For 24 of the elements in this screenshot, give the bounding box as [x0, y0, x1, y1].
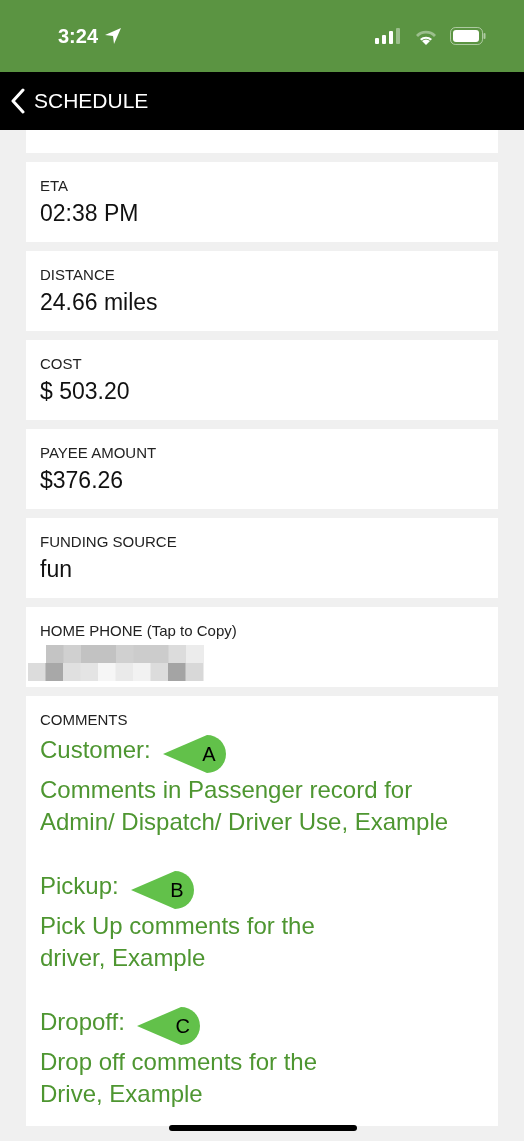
field-label: DISTANCE: [40, 266, 115, 283]
field-label: ETA: [40, 177, 69, 194]
comment-text: Drop off comments for the Drive, Example: [40, 1047, 317, 1109]
field-value: $376.26: [40, 467, 124, 494]
field-label: COST: [40, 355, 82, 372]
comment-text: Pick Up comments for the driver, Example: [40, 911, 315, 973]
field-value: fun: [40, 556, 72, 583]
comment-title: Customer:: [40, 735, 151, 765]
field-label: COMMENTS: [40, 711, 128, 728]
field-value: $ 503.20: [40, 378, 130, 405]
status-time: 3:24: [58, 24, 99, 48]
comment-title: Pickup:: [40, 871, 119, 901]
field-value: 02:38 PM: [40, 200, 139, 227]
field-label: PAYEE AMOUNT: [40, 444, 157, 461]
signal-icon: [375, 28, 402, 44]
location-icon: [104, 27, 123, 45]
comment-title: Dropoff:: [40, 1007, 125, 1037]
back-icon[interactable]: [10, 88, 26, 114]
field-value: 24.66 miles: [40, 289, 158, 316]
nav-title: SCHEDULE: [34, 89, 149, 113]
battery-icon: [450, 27, 486, 45]
field-label: FUNDING SOURCE: [40, 533, 177, 550]
comment-text: Comments in Passenger record for Admin/ Dispatch/ Driver Use, Example: [40, 775, 449, 837]
field-label: HOME PHONE (Tap to Copy): [40, 622, 237, 639]
